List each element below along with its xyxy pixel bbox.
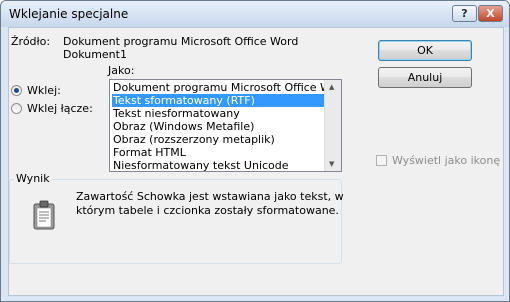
result-text-line2: którym tabele i czcionka zostały sformat…: [76, 204, 339, 217]
format-listbox[interactable]: Dokument programu Microsoft Office Word …: [109, 79, 342, 172]
format-item[interactable]: Dokument programu Microsoft Office Word …: [112, 81, 326, 94]
source-label: Źródło:: [11, 35, 51, 48]
format-item[interactable]: Tekst niesformatowany: [112, 107, 326, 120]
cancel-button[interactable]: Anuluj: [378, 67, 472, 88]
as-label: Jako:: [108, 64, 135, 77]
paste-special-dialog: Wklejanie specjalne ? X Źródło: Dokument…: [0, 0, 510, 302]
title-bar[interactable]: Wklejanie specjalne ? X: [1, 1, 509, 27]
window-title: Wklejanie specjalne: [9, 7, 129, 21]
ok-button[interactable]: OK: [378, 40, 472, 61]
scroll-up-arrow-icon[interactable]: ▲: [329, 83, 334, 91]
paste-link-radio-label[interactable]: Wklej łącze:: [27, 102, 93, 115]
result-text-line1: Zawartość Schowka jest wstawiana jako te…: [76, 190, 344, 203]
format-item[interactable]: Niesformatowany tekst Unicode: [112, 159, 326, 171]
display-as-icon-checkbox[interactable]: [376, 155, 387, 166]
close-button[interactable]: X: [478, 5, 503, 22]
help-icon: ?: [461, 7, 468, 20]
clipboard-icon: [33, 200, 55, 230]
source-document-name: Dokument1: [63, 48, 127, 61]
help-button[interactable]: ?: [452, 5, 477, 22]
paste-radio-label[interactable]: Wklej:: [27, 84, 61, 97]
scroll-down-arrow-icon[interactable]: ▼: [329, 160, 334, 168]
close-icon: X: [486, 7, 495, 20]
format-item-selected[interactable]: Tekst sformatowany (RTF): [112, 94, 326, 107]
format-item[interactable]: Obraz (rozszerzony metaplik): [112, 133, 326, 146]
paste-radio-dot: [14, 88, 19, 93]
dialog-body: Źródło: Dokument programu Microsoft Offi…: [8, 27, 504, 296]
result-group: Wynik Zawartość Schowka jest wstawiana j…: [9, 172, 344, 264]
source-app-name: Dokument programu Microsoft Office Word: [63, 35, 299, 48]
display-as-icon-label[interactable]: Wyświetl jako ikonę: [392, 154, 500, 167]
format-item[interactable]: Obraz (Windows Metafile): [112, 120, 326, 133]
paste-radio[interactable]: [11, 85, 22, 96]
format-list-scrollbar[interactable]: ▲ ▼: [324, 80, 341, 171]
result-legend: Wynik: [14, 172, 52, 185]
paste-link-radio[interactable]: [11, 103, 22, 114]
format-item[interactable]: Format HTML: [112, 146, 326, 159]
